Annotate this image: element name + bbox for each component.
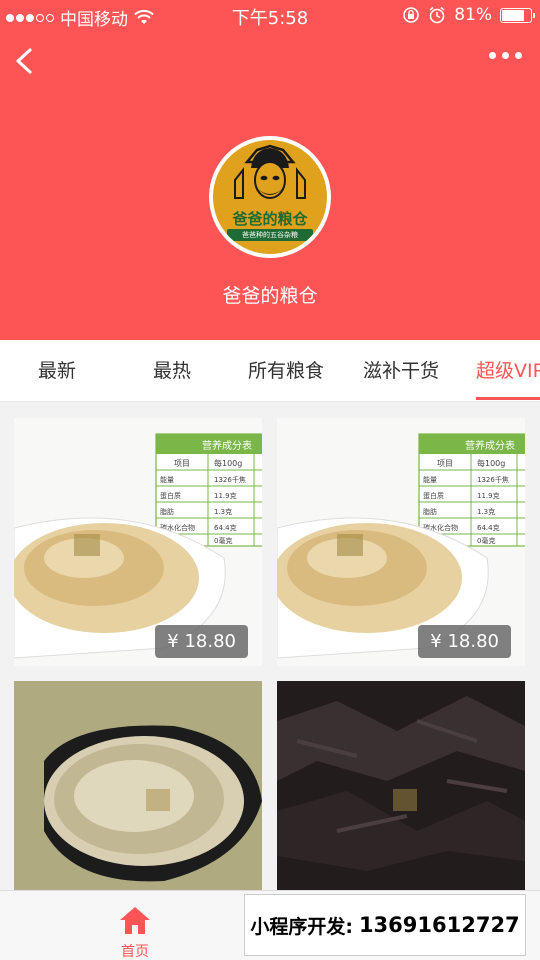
active-tab-indicator bbox=[476, 397, 540, 400]
svg-text:能量: 能量 bbox=[160, 475, 174, 484]
category-tabs: 最新 最热 所有粮食 滋补干货 超级VIP bbox=[0, 340, 540, 402]
product-image bbox=[14, 681, 262, 890]
product-card[interactable]: 营养成分表 项目 每100g 能量 1326千焦 蛋白质 11.9克 脂肪 1.… bbox=[14, 418, 262, 666]
product-card[interactable] bbox=[14, 681, 262, 890]
more-dots-icon[interactable] bbox=[489, 52, 522, 59]
tab-super-vip[interactable]: 超级VIP bbox=[476, 340, 540, 402]
tab-tonic-dry-goods[interactable]: 滋补干货 bbox=[363, 340, 439, 402]
svg-text:1326千焦: 1326千焦 bbox=[477, 475, 509, 484]
product-image bbox=[277, 681, 525, 890]
svg-text:脂肪: 脂肪 bbox=[423, 507, 437, 516]
svg-text:蛋白质: 蛋白质 bbox=[423, 491, 444, 500]
chevron-left-icon[interactable] bbox=[10, 44, 40, 78]
svg-text:1.3克: 1.3克 bbox=[477, 508, 495, 516]
promo-phone: 13691612727 bbox=[358, 913, 520, 937]
battery-level bbox=[502, 9, 525, 21]
battery-icon bbox=[500, 7, 535, 23]
tab-all-grains[interactable]: 所有粮食 bbox=[248, 340, 324, 402]
product-card[interactable]: 营养成分表 项目 每100g 能量 1326千焦 蛋白质 11.9克 脂肪 1.… bbox=[277, 418, 525, 666]
nutrition-title: 营养成分表 bbox=[202, 439, 252, 452]
svg-text:11.9克: 11.9克 bbox=[477, 492, 500, 500]
tab-home[interactable]: 首页 bbox=[100, 891, 170, 960]
product-card[interactable] bbox=[277, 681, 525, 890]
home-icon bbox=[120, 907, 150, 934]
svg-text:脂肪: 脂肪 bbox=[160, 507, 174, 516]
status-bar: 中国移动 下午5:58 81% bbox=[0, 0, 540, 30]
svg-text:0毫克: 0毫克 bbox=[477, 536, 495, 545]
tab-hottest[interactable]: 最热 bbox=[153, 340, 191, 402]
promo-banner: 小程序开发: 13691612727 bbox=[244, 894, 526, 956]
nutrition-title: 营养成分表 bbox=[465, 439, 515, 452]
logo-subtext: 爸爸种的五谷杂粮 bbox=[227, 229, 313, 241]
svg-text:蛋白质: 蛋白质 bbox=[160, 491, 181, 500]
status-right: 81% bbox=[402, 5, 535, 25]
battery-percent: 81% bbox=[454, 5, 492, 25]
svg-text:项目: 项目 bbox=[174, 459, 190, 468]
promo-label: 小程序开发: bbox=[250, 915, 353, 938]
svg-text:1326千焦: 1326千焦 bbox=[214, 475, 246, 484]
nutrition-table: 营养成分表 项目 每100g 能量 1326千焦 蛋白质 11.9克 脂肪 1.… bbox=[155, 433, 262, 547]
tab-newest[interactable]: 最新 bbox=[38, 340, 76, 402]
nutrition-table: 营养成分表 项目 每100g 能量 1326千焦 蛋白质 11.9克 脂肪 1.… bbox=[418, 433, 525, 547]
shop-avatar: 爸爸的粮仓 爸爸种的五谷杂粮 bbox=[209, 136, 331, 258]
rotation-lock-icon bbox=[403, 7, 420, 23]
svg-text:1.3克: 1.3克 bbox=[214, 508, 232, 516]
svg-text:64.4克: 64.4克 bbox=[214, 524, 237, 532]
alarm-icon bbox=[429, 6, 445, 24]
svg-text:每100g: 每100g bbox=[477, 458, 505, 468]
shop-header: 中国移动 下午5:58 81% 爸爸的粮仓 爸爸种的五谷杂粮 爸爸的粮仓 bbox=[0, 0, 540, 340]
svg-text:项目: 项目 bbox=[437, 459, 453, 468]
price-tag: ¥ 18.80 bbox=[418, 625, 511, 658]
tab-home-label: 首页 bbox=[121, 944, 149, 960]
svg-text:0毫克: 0毫克 bbox=[214, 536, 232, 545]
logo-text: 爸爸的粮仓 bbox=[232, 210, 308, 228]
price-tag: ¥ 18.80 bbox=[155, 625, 248, 658]
svg-text:64.4克: 64.4克 bbox=[477, 524, 500, 532]
farmer-face-icon bbox=[234, 144, 306, 199]
svg-text:11.9克: 11.9克 bbox=[214, 492, 237, 500]
shop-logo: 爸爸的粮仓 爸爸种的五谷杂粮 bbox=[213, 140, 327, 254]
svg-text:每100g: 每100g bbox=[214, 458, 242, 468]
shop-name: 爸爸的粮仓 bbox=[222, 285, 318, 307]
svg-text:能量: 能量 bbox=[423, 475, 437, 484]
